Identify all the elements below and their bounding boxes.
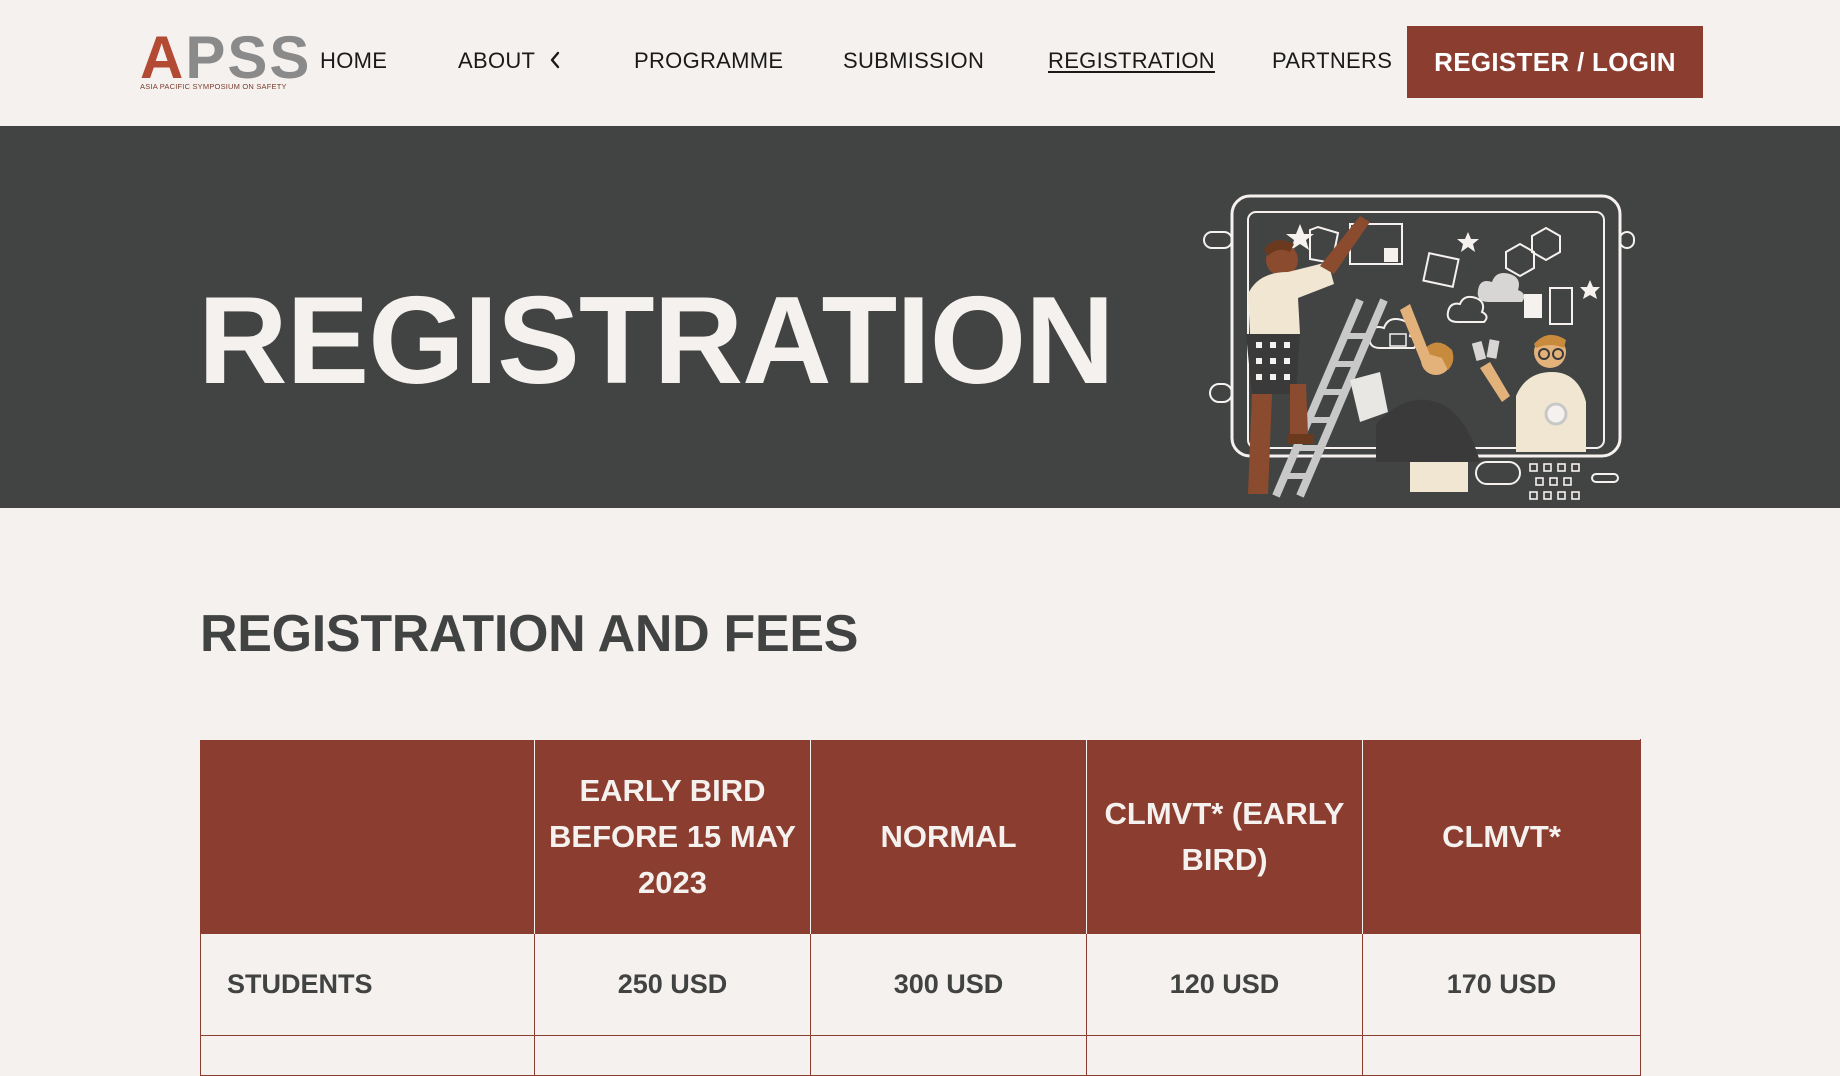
team-planning-board-illustration xyxy=(1203,194,1635,500)
nav-item-home[interactable]: HOME xyxy=(320,48,387,74)
fee-cell: 300 USD xyxy=(810,933,1087,1036)
nav-item-about[interactable]: ABOUT xyxy=(458,48,561,75)
table-row: STUDENTS 250 USD 300 USD 120 USD 170 USD xyxy=(200,933,1641,1036)
section-title: REGISTRATION AND FEES xyxy=(200,605,859,663)
site-header: APSS ASIA PACIFIC SYMPOSIUM ON SAFETY HO… xyxy=(0,0,1840,126)
fee-cell: 170 USD xyxy=(1362,933,1641,1036)
row-label: STUDENTS xyxy=(200,933,535,1036)
register-login-button[interactable]: REGISTER / LOGIN xyxy=(1407,26,1703,98)
column-header-category xyxy=(200,739,535,934)
nav-item-partners[interactable]: PARTNERS xyxy=(1272,48,1392,74)
nav-item-programme[interactable]: PROGRAMME xyxy=(634,48,783,74)
column-header-clmvt: CLMVT* xyxy=(1362,739,1641,934)
fee-cell: 120 USD xyxy=(1086,933,1363,1036)
nav-item-submission[interactable]: SUBMISSION xyxy=(843,48,984,74)
main-nav: HOME ABOUT PROGRAMME SUBMISSION REGISTRA… xyxy=(0,0,1840,126)
nav-item-registration[interactable]: REGISTRATION xyxy=(1048,48,1215,74)
page-title: REGISTRATION xyxy=(198,272,1115,410)
column-header-early-bird: EARLY BIRD BEFORE 15 MAY 2023 xyxy=(534,739,811,934)
chevron-left-icon[interactable] xyxy=(549,49,561,75)
fee-cell: 250 USD xyxy=(534,933,811,1036)
column-header-clmvt-early-bird: CLMVT* (EARLY BIRD) xyxy=(1086,739,1363,934)
table-header-row: EARLY BIRD BEFORE 15 MAY 2023 NORMAL CLM… xyxy=(200,739,1641,934)
fees-table: EARLY BIRD BEFORE 15 MAY 2023 NORMAL CLM… xyxy=(200,739,1641,1076)
column-header-normal: NORMAL xyxy=(810,739,1087,934)
